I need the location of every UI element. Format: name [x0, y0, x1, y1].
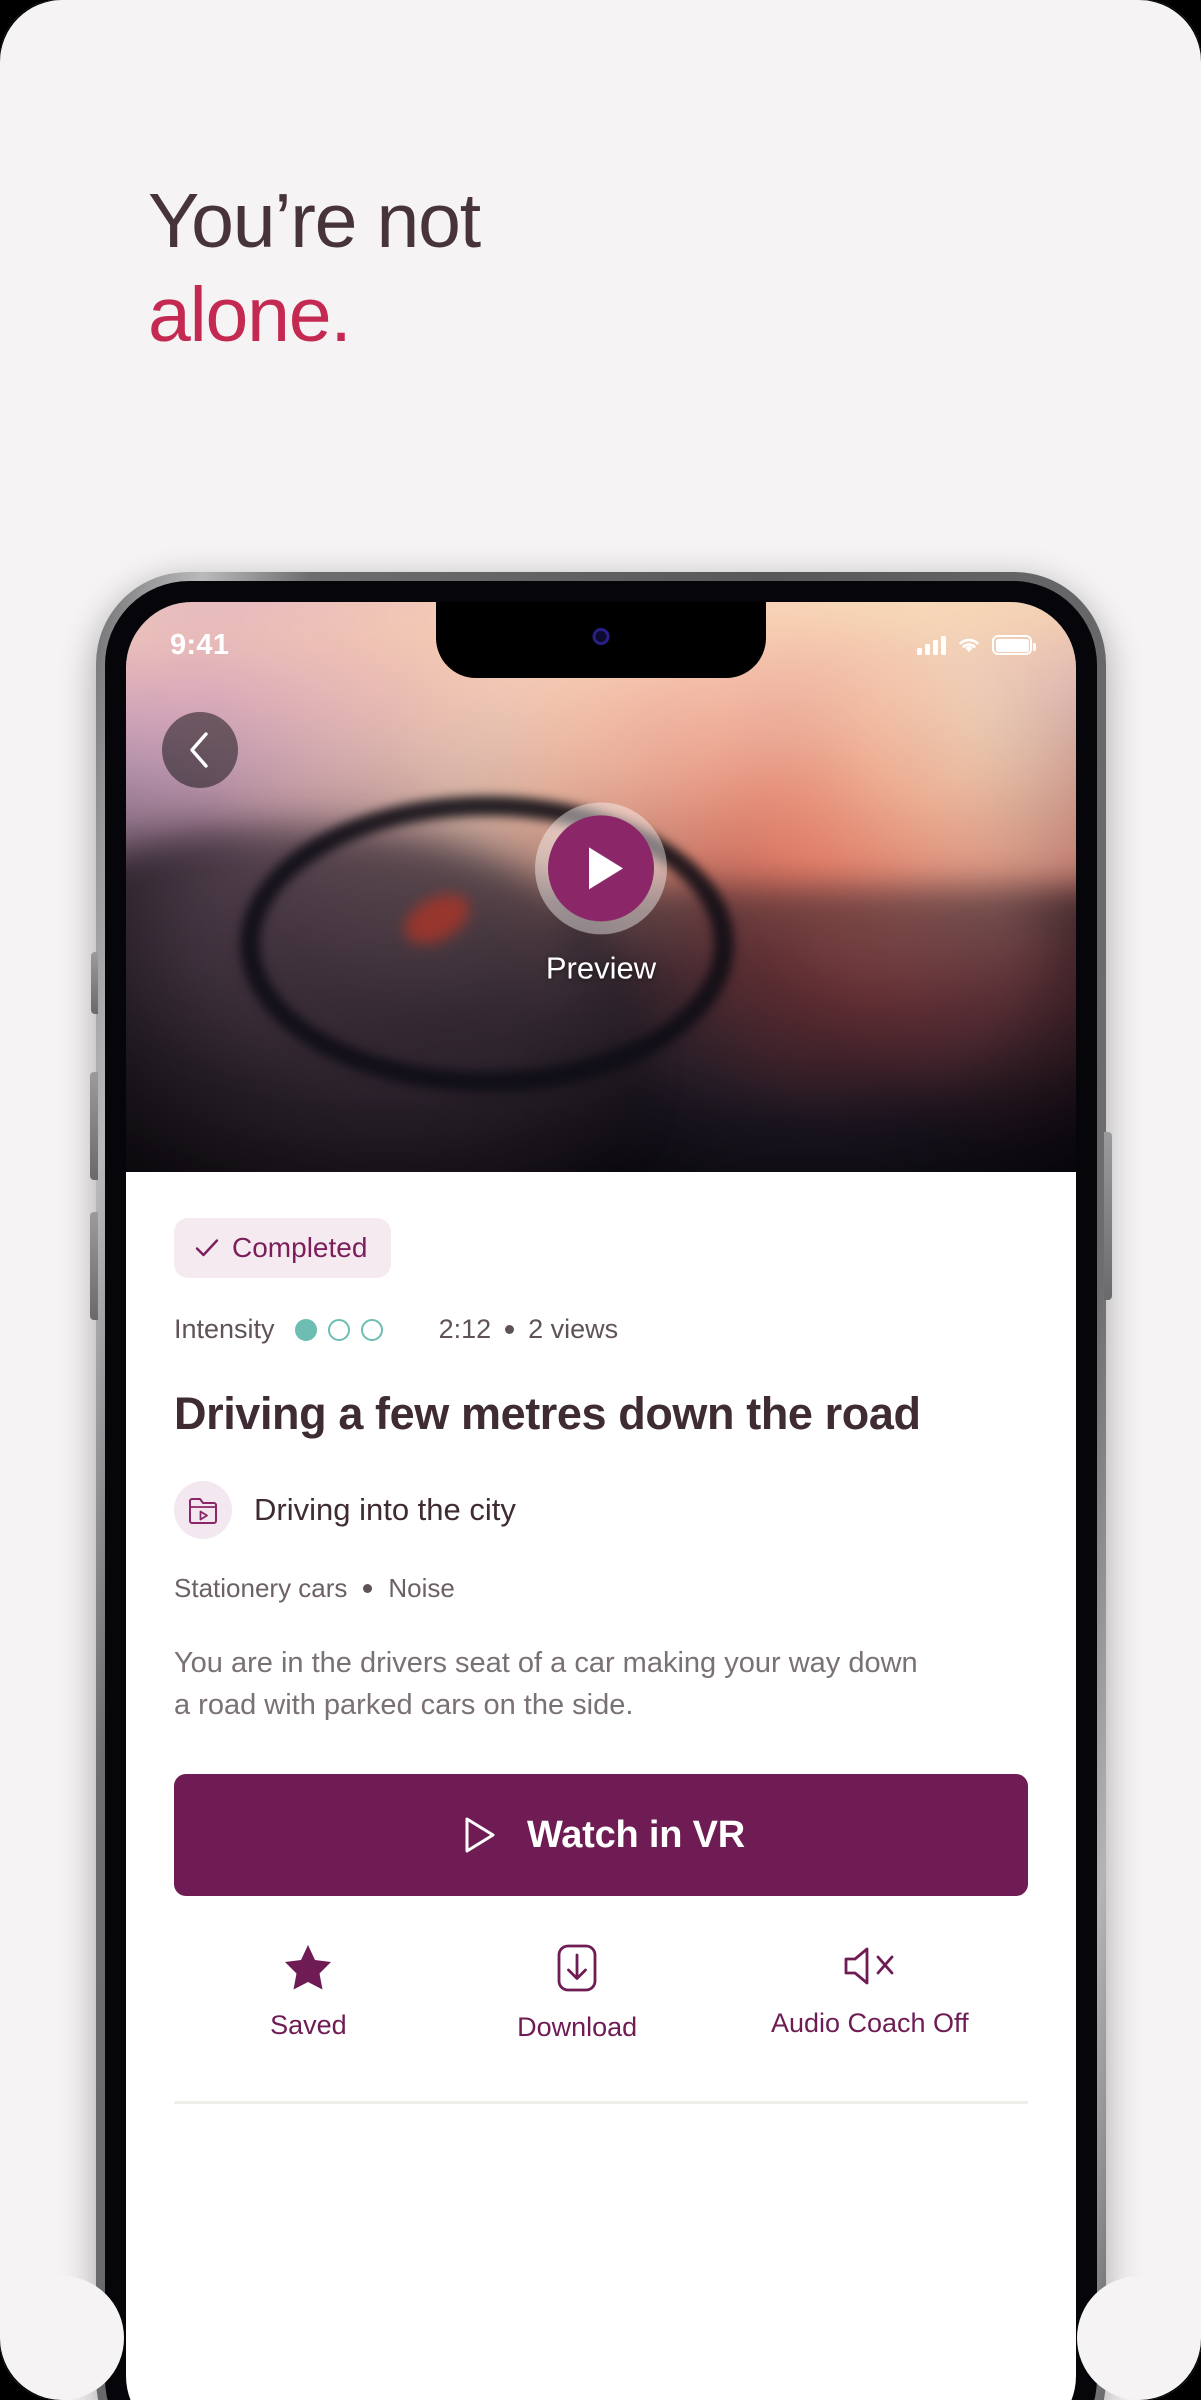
- corner-mask-bottom-right: [1077, 2276, 1201, 2400]
- video-preview-area[interactable]: 9:41 Preview: [126, 602, 1076, 1172]
- wifi-icon: [959, 638, 979, 653]
- status-bar-time: 9:41: [170, 628, 230, 661]
- category-row[interactable]: Driving into the city: [174, 1480, 1028, 1539]
- audio-coach-action-label: Audio Coach Off: [770, 2008, 969, 2039]
- download-icon: [557, 1944, 597, 1992]
- duration-text: 2:12: [438, 1314, 492, 1344]
- tag-list: Stationery cars Noise: [174, 1573, 1028, 1604]
- star-filled-icon: [285, 1945, 332, 1990]
- cellular-signal-icon: [917, 635, 946, 655]
- saved-action-label: Saved: [270, 2010, 347, 2041]
- headline-line-2: alone.: [148, 271, 352, 358]
- section-divider: [174, 2101, 1028, 2105]
- video-stats: 2:12 2 views: [439, 1314, 619, 1345]
- preview-label: Preview: [545, 950, 657, 986]
- saved-action[interactable]: Saved: [233, 1942, 383, 2041]
- tag-separator-dot-icon: [363, 1583, 373, 1593]
- tag-item-2: Noise: [388, 1572, 455, 1603]
- phone-mockup: 9:41 Preview Completed Intensity 2:12 2 …: [90, 572, 1112, 2400]
- play-preview-control[interactable]: Preview: [535, 802, 667, 986]
- video-details-sheet: Completed Intensity 2:12 2 views Driving…: [126, 1172, 1076, 2105]
- phone-screen: 9:41 Preview Completed Intensity 2:12 2 …: [126, 602, 1076, 2400]
- corner-mask-bottom-left: [0, 2276, 124, 2400]
- video-title: Driving a few metres down the road: [174, 1388, 921, 1439]
- page-title: You’re not alone.: [148, 175, 481, 363]
- views-text: 2 views: [528, 1314, 619, 1344]
- status-bar: 9:41: [126, 620, 1076, 670]
- speaker-mute-icon: [844, 1947, 894, 1985]
- download-action[interactable]: Download: [502, 1942, 652, 2043]
- corner-mask-top-right: [1077, 0, 1201, 124]
- folder-video-icon: [174, 1480, 232, 1539]
- video-description: You are in the drivers seat of a car mak…: [174, 1646, 918, 1721]
- intensity-label: Intensity: [174, 1314, 275, 1344]
- intensity-dot-3: [360, 1318, 383, 1341]
- category-name: Driving into the city: [254, 1491, 516, 1527]
- watch-in-vr-label: Watch in VR: [526, 1813, 746, 1856]
- audio-coach-action[interactable]: Audio Coach Off: [771, 1942, 969, 2039]
- app-promo-screenshot: You’re not alone. 9:41 Preview Completed…: [0, 0, 1201, 2400]
- intensity-dot-2: [327, 1318, 350, 1341]
- play-icon: [588, 847, 623, 890]
- check-icon: [195, 1239, 219, 1257]
- battery-full-icon: [992, 635, 1036, 655]
- phone-volume-down-button[interactable]: [90, 1212, 98, 1320]
- play-button-ring: [535, 802, 667, 935]
- action-bar: Saved Download Audio Coach Off: [174, 1942, 1028, 2043]
- status-badge-label: Completed: [232, 1232, 368, 1263]
- tag-item-1: Stationery cars: [174, 1572, 348, 1603]
- meta-row: Intensity 2:12 2 views: [174, 1314, 1028, 1345]
- download-action-label: Download: [517, 2012, 638, 2043]
- play-button[interactable]: [548, 815, 654, 922]
- play-outline-icon: [465, 1817, 495, 1853]
- separator-dot-icon: [505, 1325, 515, 1334]
- intensity-dot-1: [294, 1318, 317, 1341]
- watch-in-vr-button[interactable]: Watch in VR: [174, 1774, 1028, 1897]
- corner-mask-top-left: [0, 0, 124, 124]
- phone-power-button[interactable]: [1104, 1132, 1112, 1300]
- phone-mute-switch[interactable]: [91, 952, 98, 1014]
- phone-volume-up-button[interactable]: [90, 1072, 98, 1180]
- headline-line-1: You’re not: [148, 178, 481, 264]
- chevron-left-icon: [190, 732, 208, 768]
- back-button[interactable]: [162, 712, 238, 788]
- status-badge: Completed: [174, 1218, 392, 1278]
- intensity-dots: [294, 1318, 383, 1341]
